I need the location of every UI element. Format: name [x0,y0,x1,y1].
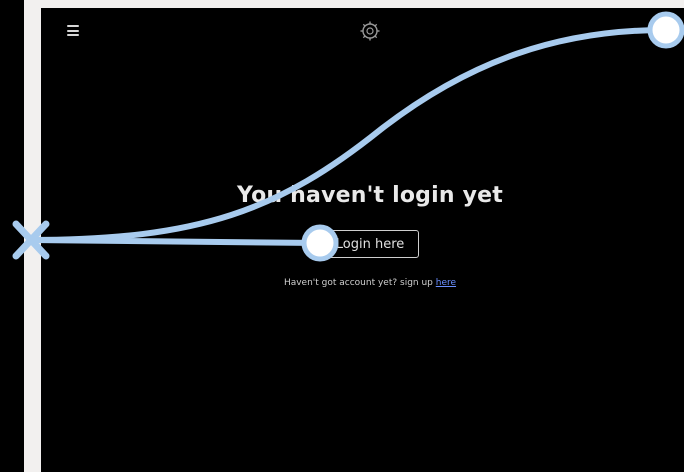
app-logo-icon [360,21,380,41]
menu-bar [67,29,79,32]
app-window: You haven't login yet Login here Haven't… [0,0,684,472]
pane-divider[interactable] [24,0,41,472]
main-content: You haven't login yet Login here Haven't… [41,8,684,472]
top-strip [0,0,684,8]
signup-link[interactable]: here [436,278,456,288]
signup-prompt: Haven't got account yet? sign up here [41,278,684,288]
signup-prompt-text: Haven't got account yet? sign up [283,278,433,288]
menu-bar [67,25,79,27]
left-pane [0,0,24,472]
page-title: You haven't login yet [237,183,503,208]
menu-bar [67,34,79,36]
hamburger-menu-icon[interactable] [67,25,79,36]
login-button[interactable]: Login here [321,230,419,258]
